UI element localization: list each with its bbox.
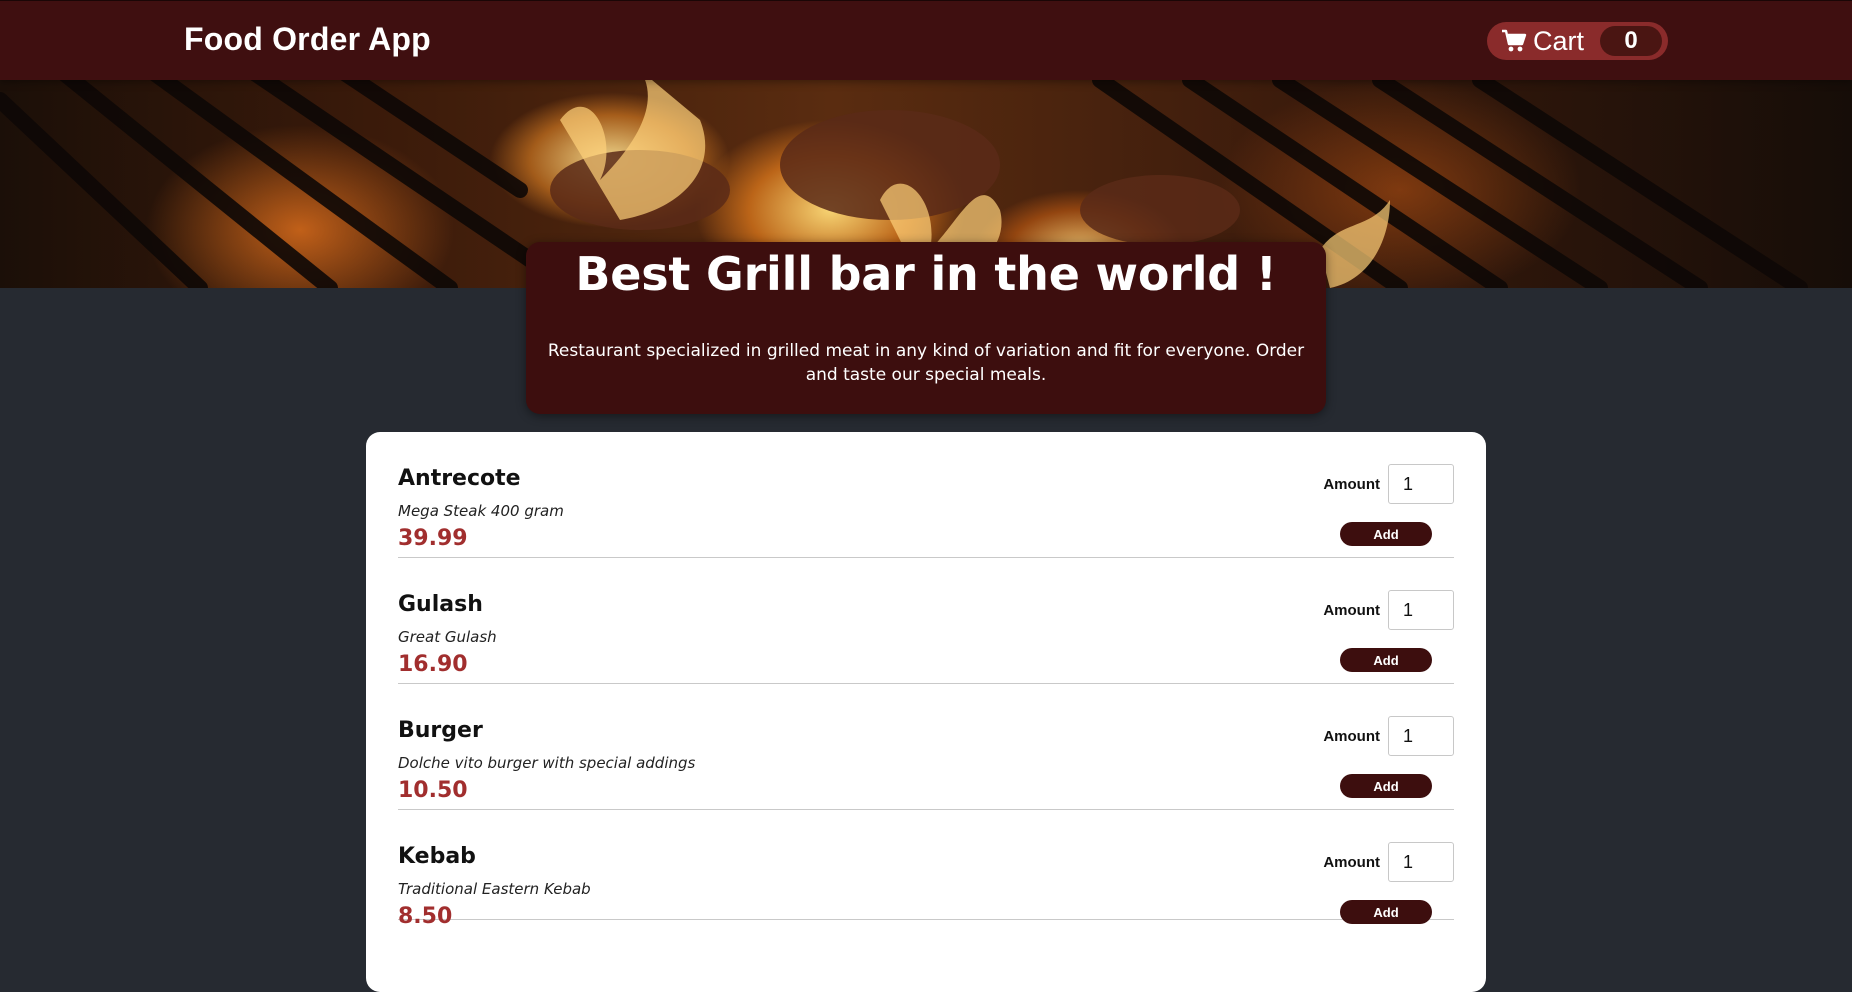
meal-item: Antrecote Mega Steak 400 gram 39.99 Amou… [398,432,1454,558]
cart-button[interactable]: Cart 0 [1487,22,1668,60]
meals-card: Antrecote Mega Steak 400 gram 39.99 Amou… [366,432,1486,992]
meal-description: Dolche vito burger with special addings [398,754,696,772]
meal-description: Great Gulash [398,628,497,646]
app-title: Food Order App [184,21,431,57]
meal-price: 8.50 [398,904,453,929]
amount-input[interactable] [1388,464,1454,504]
hero-summary-card: Best Grill bar in the world ! Restaurant… [526,242,1326,414]
add-button[interactable]: Add [1340,648,1432,672]
cart-count-badge: 0 [1600,26,1662,56]
app-header: Food Order App Cart 0 [0,0,1852,80]
amount-input[interactable] [1388,590,1454,630]
add-button[interactable]: Add [1340,522,1432,546]
amount-input[interactable] [1388,716,1454,756]
hero-description: Restaurant specialized in grilled meat i… [547,341,1305,385]
cart-label: Cart [1533,25,1585,56]
meal-item: Gulash Great Gulash 16.90 Amount Add [398,558,1454,684]
meal-name: Antrecote [398,466,521,491]
amount-label: Amount [1323,728,1380,745]
amount-label: Amount [1323,602,1380,619]
amount-label: Amount [1323,854,1380,871]
add-button[interactable]: Add [1340,774,1432,798]
amount-input[interactable] [1388,842,1454,882]
add-button[interactable]: Add [1340,900,1432,924]
shopping-cart-icon [1501,29,1527,53]
meal-item: Kebab Traditional Eastern Kebab 8.50 Amo… [398,810,1454,929]
meal-price: 10.50 [398,778,468,803]
amount-label: Amount [1323,476,1380,493]
meal-description: Traditional Eastern Kebab [398,880,591,898]
meal-description: Mega Steak 400 gram [398,502,564,520]
hero-title: Best Grill bar in the world ! [575,247,1277,301]
meal-name: Burger [398,718,483,743]
meal-price: 39.99 [398,526,468,551]
meal-name: Gulash [398,592,483,617]
meal-name: Kebab [398,844,476,869]
meal-price: 16.90 [398,652,468,677]
meal-item: Burger Dolche vito burger with special a… [398,684,1454,810]
